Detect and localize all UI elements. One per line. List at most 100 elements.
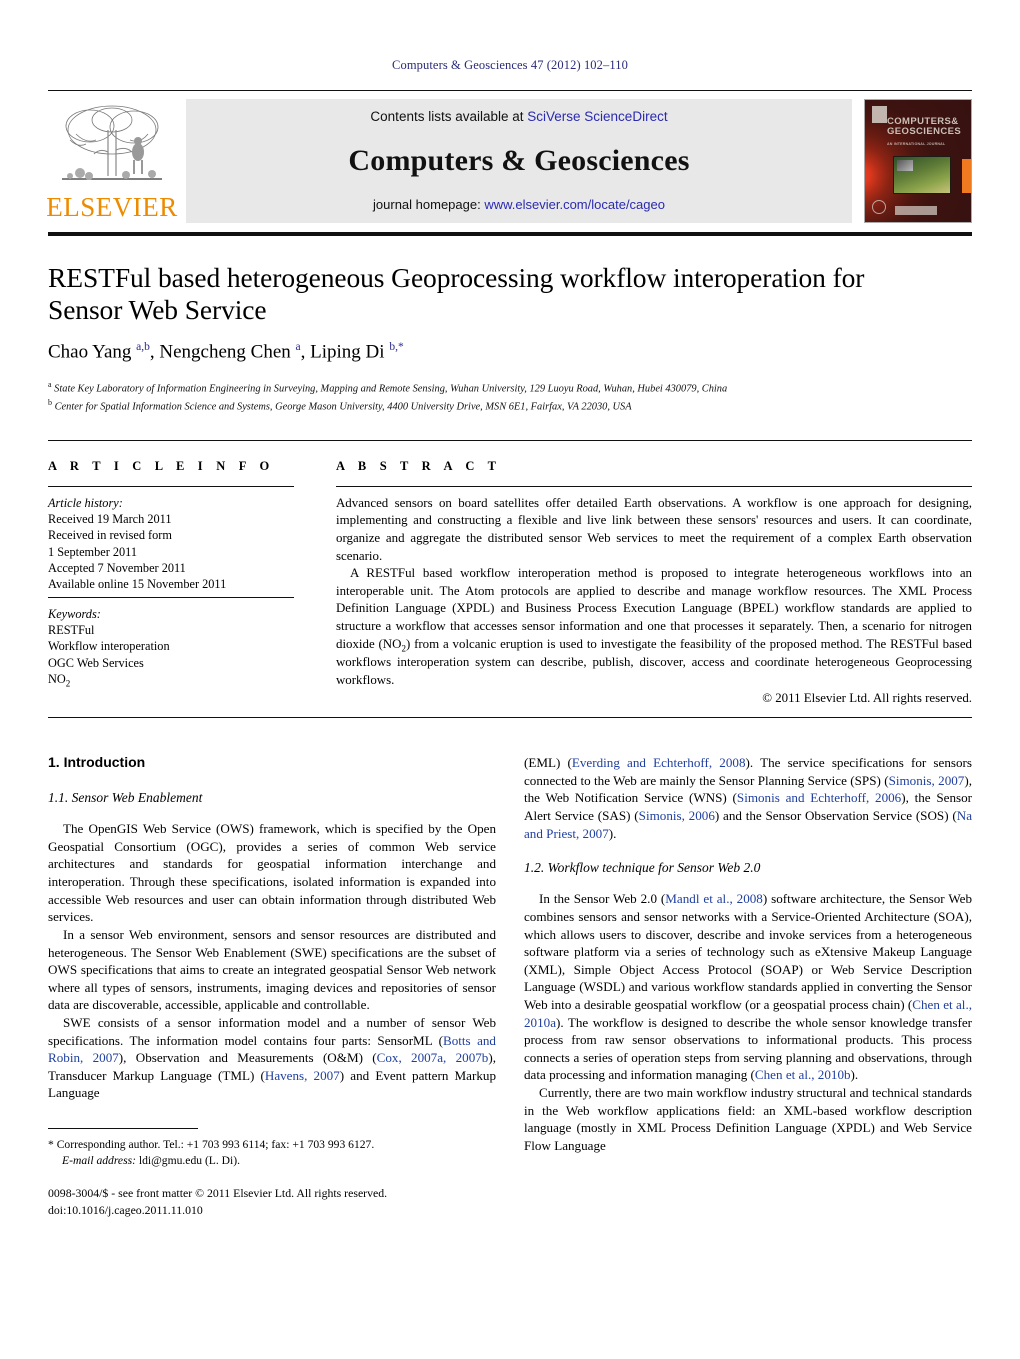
doi-line[interactable]: doi:10.1016/j.cageo.2011.11.010	[48, 1202, 496, 1218]
subsection-heading-1-1: 1.1. Sensor Web Enablement	[48, 790, 203, 806]
history-item: Available online 15 November 2011	[48, 577, 227, 592]
footnote-area: * Corresponding author. Tel.: +1 703 993…	[48, 1127, 496, 1218]
abstract-paragraph-1: Advanced sensors on board satellites off…	[336, 495, 972, 563]
email-address[interactable]: ldi@gmu.edu (L. Di).	[139, 1154, 240, 1167]
header-bottom-rule	[48, 232, 972, 236]
elsevier-tree-icon	[62, 105, 162, 180]
keyword-item: Workflow interoperation	[48, 639, 170, 654]
keyword-item-no2: NO2	[48, 672, 71, 689]
author-list: Chao Yang a,b, Nengcheng Chen a, Liping …	[48, 340, 404, 363]
citation-simonis-2007[interactable]: Simonis, 2007	[889, 773, 965, 788]
footnote-rule	[48, 1127, 198, 1129]
history-item: Accepted 7 November 2011	[48, 561, 186, 576]
article-info-column: A R T I C L E I N F O Article history: R…	[48, 459, 294, 708]
affil-marker-b: b	[48, 398, 52, 408]
contents-available-line: Contents lists available at SciVerse Sci…	[370, 109, 667, 124]
right-p2-c: ). The workflow is designed to describe …	[524, 1014, 972, 1083]
elsevier-logo: ELSEVIER	[46, 99, 178, 223]
homepage-prefix: journal homepage:	[373, 197, 485, 212]
cover-illustration	[893, 156, 951, 194]
journal-title: Computers & Geosciences	[348, 143, 690, 177]
affil-marker-a: a	[48, 380, 52, 390]
article-info-heading: A R T I C L E I N F O	[48, 458, 275, 473]
article-history-block: Article history: Received 19 March 2011 …	[48, 495, 294, 598]
info-abstract-region: A R T I C L E I N F O Article history: R…	[48, 439, 972, 708]
citation-simonis-echterhoff[interactable]: Simonis and Echterhoff, 2006	[737, 790, 901, 805]
keywords-label: Keywords:	[48, 606, 101, 621]
affiliation-b-text: Center for Spatial Information Science a…	[54, 401, 632, 413]
running-head: Computers & Geosciences 47 (2012) 102–11…	[392, 58, 628, 72]
elsevier-wordmark: ELSEVIER	[46, 192, 178, 222]
journal-header: ELSEVIER Contents lists available at Sci…	[46, 90, 972, 223]
journal-homepage-link[interactable]: www.elsevier.com/locate/cageo	[484, 197, 665, 212]
keywords-block: Keywords: RESTFul Workflow interoperatio…	[48, 598, 294, 691]
cover-subtitle: AN INTERNATIONAL JOURNAL	[887, 142, 946, 146]
cover-footer-mark	[895, 206, 937, 215]
abstract-heading: A B S T R A C T	[336, 458, 502, 473]
right-p1-f: ).	[608, 825, 617, 841]
left-paragraph-2: In a sensor Web environment, sensors and…	[48, 926, 496, 1013]
corresponding-author-line: * Corresponding author. Tel.: +1 703 993…	[48, 1137, 375, 1151]
right-paragraph-3: Currently, there are two main workflow i…	[524, 1084, 972, 1153]
sciencedirect-link[interactable]: SciVerse ScienceDirect	[527, 109, 667, 124]
affiliation-a-text: State Key Laboratory of Information Engi…	[54, 383, 728, 395]
corresponding-author-note: * Corresponding author. Tel.: +1 703 993…	[48, 1137, 496, 1169]
keyword-item: RESTFul	[48, 623, 95, 638]
abstract-copyright: © 2011 Elsevier Ltd. All rights reserved…	[762, 690, 972, 705]
article-info-rule	[48, 485, 294, 487]
paper-page: Computers & Geosciences 47 (2012) 102–11…	[0, 0, 1020, 1359]
right-p1-e: ) and the Sensor Observation Service (SO…	[714, 808, 957, 824]
citation-mandl[interactable]: Mandl et al., 2008	[665, 891, 763, 906]
cover-title: COMPUTERS& GEOSCIENCES AN INTERNATIONAL …	[887, 117, 961, 149]
section-heading-introduction: 1. Introduction	[48, 754, 146, 771]
abstract-paragraph-2: A RESTFul based workflow interoperation …	[336, 565, 972, 690]
left-paragraph-1: The OpenGIS Web Service (OWS) framework,…	[48, 821, 496, 925]
right-paragraph-1: (EML) (Everding and Echterhoff, 2008). T…	[524, 754, 972, 842]
abstract-column: A B S T R A C T Advanced sensors on boar…	[336, 459, 972, 708]
body-right-column: (EML) (Everding and Echterhoff, 2008 ). T…	[524, 754, 972, 1218]
right-p2-d: ).	[850, 1067, 859, 1083]
affiliation-a: a State Key Laboratory of Information En…	[48, 379, 972, 397]
left-p3-b: ), Observation and Measurements (O&M) (	[118, 1050, 377, 1066]
citation-chen-2010b[interactable]: Chen et al., 2010b	[755, 1067, 851, 1082]
article-history-label: Article history:	[48, 495, 123, 510]
history-item: Received 19 March 2011	[48, 512, 172, 527]
issn-line: 0098-3004/$ - see front matter © 2011 El…	[48, 1186, 388, 1201]
right-p2-b: ) software architecture, the Sensor Web …	[524, 891, 972, 1012]
keyword-item: OGC Web Services	[48, 655, 144, 670]
history-item: 1 September 2011	[48, 544, 138, 559]
citation-havens[interactable]: Havens, 2007	[265, 1068, 340, 1083]
page-title: RESTFul based heterogeneous Geoprocessin…	[48, 262, 865, 326]
abstract-bottom-rule	[48, 717, 972, 719]
subsection-heading-1-2: 1.2. Workflow technique for Sensor Web 2…	[524, 860, 761, 876]
journal-header-band: Contents lists available at SciVerse Sci…	[186, 99, 852, 223]
left-column-text: The OpenGIS Web Service (OWS) framework,…	[48, 820, 496, 1102]
email-line: E-mail address: ldi@gmu.edu (L. Di).	[48, 1153, 496, 1169]
title-block: RESTFul based heterogeneous Geoprocessin…	[48, 262, 972, 416]
affiliation-b: b Center for Spatial Information Science…	[48, 397, 972, 415]
citation-cox[interactable]: Cox, 2007a, 2007b	[377, 1050, 489, 1065]
cover-title-line2: GEOSCIENCES	[887, 126, 962, 137]
email-label: E-mail address:	[62, 1154, 136, 1168]
cover-accent-stripe	[962, 158, 971, 193]
left-paragraph-3: SWE consists of a sensor information mod…	[48, 1014, 496, 1102]
citation-simonis-2006[interactable]: Simonis, 2006	[639, 808, 715, 823]
cover-publisher-mark-icon	[872, 106, 887, 123]
abstract-p2-b: ) from a volcanic eruption is used to in…	[336, 636, 972, 688]
journal-homepage-line: journal homepage: www.elsevier.com/locat…	[373, 197, 665, 212]
history-item: Received in revised form	[48, 528, 172, 543]
body-columns: 1. Introduction 1.1. Sensor Web Enableme…	[48, 754, 972, 1218]
left-p3-a: SWE consists of a sensor information mod…	[48, 1014, 496, 1048]
abstract-body: Advanced sensors on board satellites off…	[336, 495, 972, 708]
cover-seal-icon	[872, 200, 886, 214]
right-column-text: (EML) (Everding and Echterhoff, 2008). T…	[524, 754, 972, 842]
body-left-column: 1. Introduction 1.1. Sensor Web Enableme…	[48, 754, 496, 1218]
right-column-text-2: In the Sensor Web 2.0 (Mandl et al., 200…	[524, 890, 972, 1154]
abstract-rule	[336, 485, 972, 487]
right-p2-a: In the Sensor Web 2.0 (	[539, 891, 666, 907]
right-paragraph-2: In the Sensor Web 2.0 (Mandl et al., 200…	[524, 890, 972, 1084]
contents-prefix: Contents lists available at	[370, 109, 528, 124]
citation-everding-echterhoff[interactable]: Everding and Echterhoff, 2008	[572, 755, 746, 770]
right-p1-a: (EML) (	[524, 755, 572, 771]
